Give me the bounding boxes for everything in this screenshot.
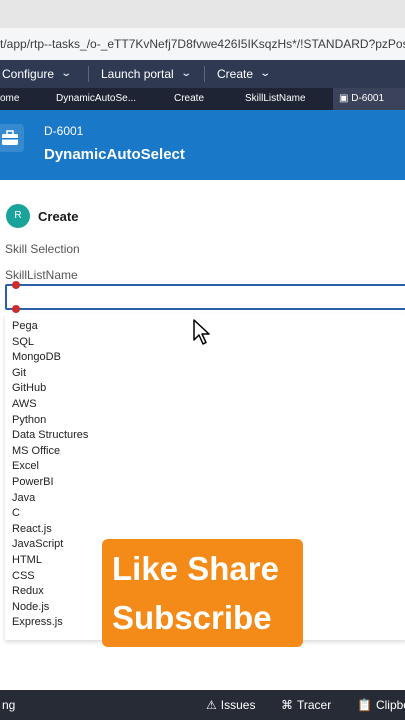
dropdown-option[interactable]: SQL [12, 335, 88, 351]
avatar: R [6, 204, 30, 228]
menu-launch-portal[interactable]: Launch portal ⌄ [101, 60, 192, 88]
dropdown-option[interactable]: AWS [12, 397, 88, 413]
issues-label: Issues [220, 698, 256, 712]
dropdown-option[interactable]: Express.js [12, 615, 88, 631]
tab-home[interactable]: ome [0, 88, 19, 110]
tab-d-6001-label: D-6001 [351, 93, 385, 104]
chevron-down-icon: ⌄ [180, 68, 192, 79]
case-header: D-6001 DynamicAutoSelect [0, 110, 405, 180]
field-label: SkillListName [5, 268, 78, 282]
issues-button[interactable]: ⚠ Issues [206, 690, 255, 720]
promo-banner: Like Share Subscribe [102, 539, 303, 647]
address-bar[interactable]: t/app/rtp--tasks_/o-_eTT7KvNefj7D8fvwe42… [0, 28, 405, 61]
menu-divider [204, 66, 205, 82]
menu-launch-portal-label: Launch portal [101, 67, 174, 81]
dropdown-option[interactable]: CSS [12, 569, 88, 585]
dropdown-option[interactable]: Node.js [12, 600, 88, 616]
case-id: D-6001 [44, 124, 84, 138]
chevron-down-icon: ⌄ [60, 68, 73, 79]
browser-tab-strip [0, 0, 405, 28]
dropdown-option[interactable]: Redux [12, 584, 88, 600]
dropdown-option[interactable]: JavaScript [12, 537, 88, 553]
dropdown-option[interactable]: Python [12, 413, 88, 429]
section-label: Skill Selection [5, 242, 80, 256]
dropdown-option[interactable]: MongoDB [12, 350, 88, 366]
dropdown-option[interactable]: Excel [12, 459, 88, 475]
dropdown-option[interactable]: Data Structures [12, 428, 88, 444]
dropdown-option[interactable]: GitHub [12, 381, 88, 397]
dropdown-options: Pega SQL MongoDB Git GitHub AWS Python D… [12, 319, 88, 631]
menu-configure-label: Configure [2, 67, 55, 81]
pointer-cursor-icon [192, 318, 212, 351]
menu-create-label: Create [217, 67, 254, 81]
briefcase-icon [0, 124, 24, 152]
tracer-button[interactable]: ⌘ Tracer [281, 690, 331, 720]
dropdown-option[interactable]: MS Office [12, 444, 88, 460]
clipboard-button[interactable]: 📋 Clipbo [357, 690, 405, 720]
tracer-label: Tracer [297, 698, 332, 712]
tab-skilllistname[interactable]: SkillListName [245, 88, 306, 110]
promo-line-1: Like Share [112, 550, 279, 587]
promo-line-2: Subscribe [112, 599, 272, 636]
dropdown-option[interactable]: Pega [12, 319, 88, 335]
url-text: t/app/rtp--tasks_/o-_eTT7KvNefj7D8fvwe42… [0, 37, 405, 51]
dropdown-option[interactable]: Git [12, 366, 88, 382]
status-left-text: ng [2, 698, 16, 712]
briefcase-icon: ▣ [339, 93, 349, 104]
tracer-icon: ⌘ [281, 698, 293, 712]
clipboard-label: Clipbo [375, 698, 405, 712]
tab-d-6001[interactable]: ▣ D-6001 [333, 88, 405, 110]
clipboard-icon: 📋 [357, 698, 372, 712]
step-title: Create [38, 209, 79, 224]
dropdown-option[interactable]: C [12, 506, 88, 522]
warning-icon: ⚠ [206, 698, 217, 712]
dropdown-option[interactable]: Java [12, 491, 88, 507]
menu-create[interactable]: Create ⌄ [217, 60, 272, 88]
menu-divider [88, 66, 89, 82]
dropdown-option[interactable]: PowerBI [12, 475, 88, 491]
chevron-down-icon: ⌄ [259, 68, 272, 79]
dev-studio-menubar: Configure ⌄ Launch portal ⌄ Create ⌄ [0, 60, 405, 88]
dropdown-option[interactable]: React.js [12, 522, 88, 538]
tab-dynamicautoselect[interactable]: DynamicAutoSe... [56, 88, 136, 110]
workspace-tabs: ome DynamicAutoSe... Create SkillListNam… [0, 88, 405, 110]
required-marker [12, 305, 20, 313]
case-title: DynamicAutoSelect [44, 146, 185, 163]
skill-list-name-input[interactable] [5, 284, 405, 310]
tab-create[interactable]: Create [174, 88, 204, 110]
dropdown-option[interactable]: HTML [12, 553, 88, 569]
menu-configure[interactable]: Configure ⌄ [2, 60, 73, 88]
required-marker [12, 281, 20, 289]
dev-toolbar: ng ⚠ Issues ⌘ Tracer 📋 Clipbo [0, 690, 405, 720]
